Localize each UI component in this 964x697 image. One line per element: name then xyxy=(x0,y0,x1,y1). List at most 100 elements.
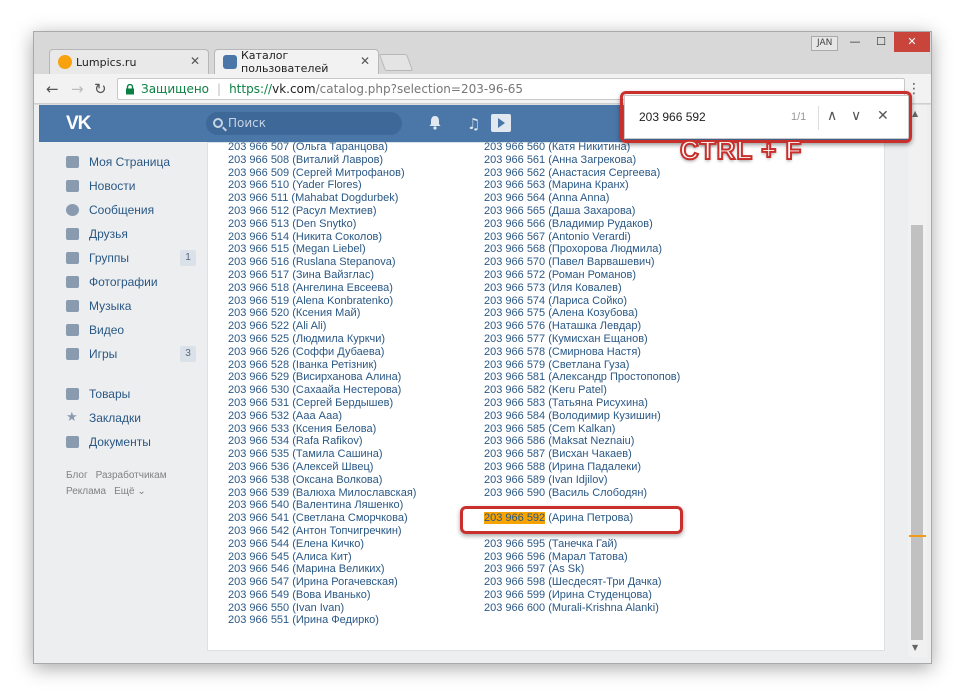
catalog-entry[interactable]: 203 966 563 (Марина Кранх) xyxy=(484,179,680,192)
catalog-entry[interactable]: 203 966 531 (Сергей Бердышев) xyxy=(228,397,416,410)
tab-lumpics[interactable]: Lumpics.ru ✕ xyxy=(49,49,209,74)
catalog-entry[interactable]: 203 966 572 (Роман Романов) xyxy=(484,269,680,282)
catalog-entry[interactable]: 203 966 600 (Murali-Krishna Alanki) xyxy=(484,602,680,615)
sidebar-item-my-page[interactable]: Моя Страница xyxy=(64,150,196,174)
sidebar-item-games[interactable]: Игры 3 xyxy=(64,342,196,366)
sidebar-item-photos[interactable]: Фотографии xyxy=(64,270,196,294)
catalog-entry[interactable]: 203 966 585 (Cem Kalkan) xyxy=(484,423,680,436)
new-tab-button[interactable] xyxy=(378,54,414,71)
footer-link-more[interactable]: Ещё ⌄ xyxy=(114,486,146,497)
forward-button[interactable]: → xyxy=(71,80,84,98)
catalog-entry[interactable]: 203 966 550 (Ivan Ivan) xyxy=(228,602,416,615)
catalog-entry[interactable]: 203 966 544 (Елена Кичко) xyxy=(228,538,416,551)
catalog-entry[interactable]: 203 966 598 (Шесдесят-Три Дачка) xyxy=(484,576,680,589)
catalog-entry[interactable]: 203 966 522 (Ali Ali) xyxy=(228,320,416,333)
catalog-entry[interactable]: 203 966 532 (Ааа Ааа) xyxy=(228,410,416,423)
catalog-entry[interactable]: 203 966 518 (Ангелина Евсеева) xyxy=(228,282,416,295)
catalog-entry[interactable]: 203 966 539 (Валюха Милославская) xyxy=(228,487,416,500)
catalog-entry[interactable]: 203 966 599 (Ирина Студенцова) xyxy=(484,589,680,602)
catalog-entry[interactable]: 203 966 595 (Танечка Гай) xyxy=(484,538,680,551)
catalog-entry[interactable]: 203 966 525 (Людмила Куркчи) xyxy=(228,333,416,346)
catalog-entry[interactable]: 203 966 586 (Maksat Neznaiu) xyxy=(484,435,680,448)
scroll-thumb[interactable] xyxy=(911,225,923,640)
catalog-entry[interactable]: 203 966 551 (Ирина Федирко) xyxy=(228,614,416,627)
catalog-entry[interactable]: 203 966 535 (Тамила Сашина) xyxy=(228,448,416,461)
catalog-entry[interactable]: 203 966 526 (Соффи Дубаева) xyxy=(228,346,416,359)
catalog-entry[interactable]: 203 966 562 (Анастасия Сергеева) xyxy=(484,167,680,180)
catalog-entry[interactable]: 203 966 513 (Den Snytko) xyxy=(228,218,416,231)
catalog-entry[interactable]: 203 966 514 (Никита Соколов) xyxy=(228,231,416,244)
maximize-button[interactable]: ☐ xyxy=(868,32,894,52)
catalog-entry[interactable]: 203 966 564 (Anna Anna) xyxy=(484,192,680,205)
catalog-entry[interactable]: 203 966 566 (Владимир Рудаков) xyxy=(484,218,680,231)
minimize-button[interactable]: — xyxy=(842,32,868,52)
close-tab-icon[interactable]: ✕ xyxy=(360,54,370,68)
close-window-button[interactable]: ✕ xyxy=(894,32,930,52)
catalog-entry[interactable]: 203 966 584 (Володимир Кузишин) xyxy=(484,410,680,423)
catalog-entry[interactable]: 203 966 542 (Антон Топчигречкин) xyxy=(228,525,416,538)
sidebar-item-music[interactable]: Музыка xyxy=(64,294,196,318)
catalog-entry[interactable]: 203 966 576 (Наташка Левдар) xyxy=(484,320,680,333)
catalog-entry[interactable]: 203 966 520 (Ксения Май) xyxy=(228,307,416,320)
catalog-entry[interactable]: 203 966 534 (Rafa Rafikov) xyxy=(228,435,416,448)
catalog-entry[interactable]: 203 966 510 (Yader Flores) xyxy=(228,179,416,192)
close-tab-icon[interactable]: ✕ xyxy=(190,54,200,68)
music-icon[interactable]: ♫ xyxy=(467,115,480,133)
catalog-entry[interactable]: 203 966 590 (Василь Слободян) xyxy=(484,487,680,500)
catalog-entry[interactable]: 203 966 588 (Ирина Падалеки) xyxy=(484,461,680,474)
catalog-entry[interactable]: 203 966 515 (Megan Liebel) xyxy=(228,243,416,256)
catalog-entry[interactable]: 203 966 536 (Алексей Швец) xyxy=(228,461,416,474)
catalog-entry[interactable]: 203 966 519 (Alena Konbratenko) xyxy=(228,295,416,308)
catalog-entry[interactable]: 203 966 547 (Ирина Рогачевская) xyxy=(228,576,416,589)
catalog-entry[interactable]: 203 966 528 (Іванка Ретізник) xyxy=(228,359,416,372)
catalog-entry[interactable]: 203 966 596 (Марал Татова) xyxy=(484,551,680,564)
catalog-entry[interactable]: 203 966 533 (Ксения Белова) xyxy=(228,423,416,436)
catalog-entry[interactable]: 203 966 589 (Ivan Idjilov) xyxy=(484,474,680,487)
catalog-entry[interactable]: 203 966 511 (Mahabat Dogdurbek) xyxy=(228,192,416,205)
catalog-entry[interactable]: 203 966 579 (Светлана Гуза) xyxy=(484,359,680,372)
scroll-down-icon[interactable]: ▼ xyxy=(912,643,918,652)
catalog-entry[interactable]: 203 966 597 (As Sk) xyxy=(484,563,680,576)
catalog-entry[interactable]: 203 966 567 (Antonio Verardi) xyxy=(484,231,680,244)
page-scrollbar[interactable]: ▲ ▼ xyxy=(908,105,927,657)
scroll-up-icon[interactable]: ▲ xyxy=(912,109,918,118)
vk-search-input[interactable]: Поиск xyxy=(206,112,402,135)
sidebar-item-bookmarks[interactable]: ★ Закладки xyxy=(64,406,196,430)
catalog-entry[interactable]: 203 966 568 (Прохорова Людмила) xyxy=(484,243,680,256)
catalog-entry[interactable]: 203 966 570 (Павел Варвашевич) xyxy=(484,256,680,269)
sidebar-item-messages[interactable]: Сообщения xyxy=(64,198,196,222)
catalog-entry[interactable]: 203 966 530 (Сахаайа Нестерова) xyxy=(228,384,416,397)
catalog-entry[interactable]: 203 966 540 (Валентина Ляшенко) xyxy=(228,499,416,512)
back-button[interactable]: ← xyxy=(46,80,59,98)
play-icon[interactable] xyxy=(491,114,511,132)
reload-button[interactable]: ↻ xyxy=(94,80,107,98)
footer-link-dev[interactable]: Разработчикам xyxy=(96,470,167,481)
vk-logo[interactable]: VK xyxy=(66,113,91,135)
catalog-entry[interactable]: 203 966 583 (Татьяна Рисухина) xyxy=(484,397,680,410)
catalog-entry[interactable]: 203 966 575 (Алена Козубова) xyxy=(484,307,680,320)
catalog-entry[interactable]: 203 966 549 (Вова Иванько) xyxy=(228,589,416,602)
catalog-entry[interactable]: 203 966 577 (Кумисхан Ещанов) xyxy=(484,333,680,346)
catalog-entry[interactable]: 203 966 516 (Ruslana Stepanova) xyxy=(228,256,416,269)
sidebar-item-goods[interactable]: Товары xyxy=(64,382,196,406)
sidebar-item-video[interactable]: Видео xyxy=(64,318,196,342)
catalog-entry[interactable]: 203 966 574 (Лариса Сойко) xyxy=(484,295,680,308)
profile-badge[interactable]: JAN xyxy=(811,36,839,51)
footer-link-ads[interactable]: Реклама xyxy=(66,486,106,497)
sidebar-item-friends[interactable]: Друзья xyxy=(64,222,196,246)
bell-icon[interactable] xyxy=(428,115,442,134)
catalog-entry[interactable]: 203 966 529 (Висирханова Алина) xyxy=(228,371,416,384)
catalog-entry[interactable]: 203 966 545 (Алиса Кит) xyxy=(228,551,416,564)
catalog-entry[interactable]: 203 966 573 (Иля Ковалев) xyxy=(484,282,680,295)
catalog-entry[interactable]: 203 966 517 (Зина Вайзглас) xyxy=(228,269,416,282)
catalog-entry[interactable]: 203 966 546 (Марина Великих) xyxy=(228,563,416,576)
catalog-entry[interactable]: 203 966 509 (Сергей Митрофанов) xyxy=(228,167,416,180)
catalog-entry[interactable]: 203 966 578 (Смирнова Настя) xyxy=(484,346,680,359)
catalog-entry[interactable]: 203 966 582 (Keru Patel) xyxy=(484,384,680,397)
footer-link-blog[interactable]: Блог xyxy=(66,470,88,481)
catalog-entry[interactable]: 203 966 565 (Даша Захарова) xyxy=(484,205,680,218)
sidebar-item-groups[interactable]: Группы 1 xyxy=(64,246,196,270)
catalog-entry[interactable]: 203 966 541 (Светлана Сморчкова) xyxy=(228,512,416,525)
sidebar-item-documents[interactable]: Документы xyxy=(64,430,196,454)
catalog-entry[interactable]: 203 966 581 (Александр Простопопов) xyxy=(484,371,680,384)
